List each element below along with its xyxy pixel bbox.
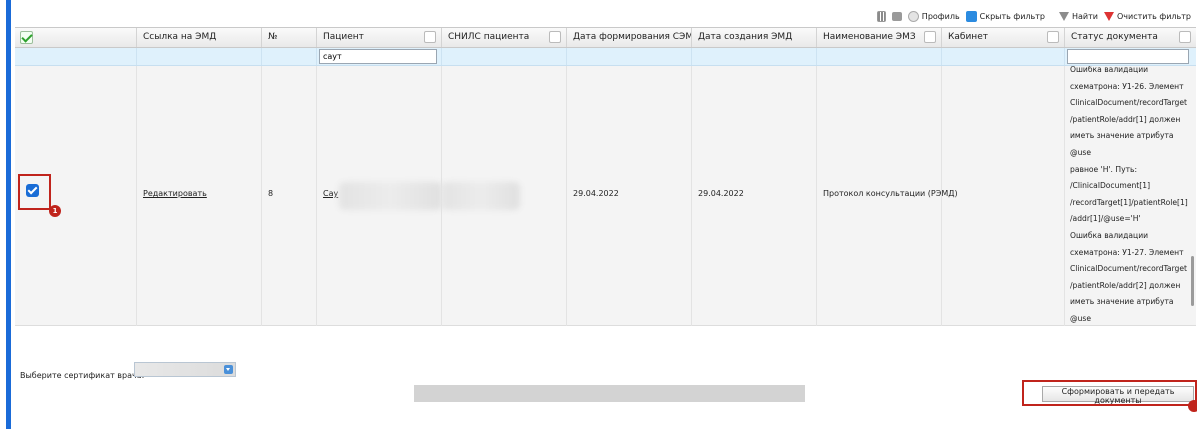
status-line: ClinicalDocument/recordTarget (1070, 98, 1188, 108)
column-filter-checkbox[interactable] (549, 31, 561, 43)
number-cell: 8 (262, 66, 317, 326)
status-filter-input[interactable] (1067, 49, 1189, 64)
column-header-number[interactable]: № (262, 28, 317, 47)
annotation-marker-2 (1188, 400, 1197, 412)
hide-filter-icon (965, 10, 977, 22)
column-header-patient[interactable]: Пациент (317, 28, 442, 47)
patient-filter-input[interactable] (319, 49, 437, 64)
patient-link[interactable]: Сау (323, 189, 338, 198)
status-line: /addr[1]/@use='H' (1070, 214, 1141, 224)
status-line: схематрона: У1-27. Элемент (1070, 247, 1184, 257)
profile-icon (907, 10, 919, 22)
filter-row (15, 48, 1196, 66)
column-header-room[interactable]: Кабинет (942, 28, 1065, 47)
annotation-box-checkbox (18, 174, 51, 210)
status-scrollbar[interactable] (1191, 256, 1194, 306)
column-header-status[interactable]: Статус документа (1065, 28, 1196, 47)
print-icon[interactable] (891, 11, 902, 21)
redacted-snils (442, 182, 520, 210)
table-row[interactable]: Редактировать 8 Сау 29.04.2022 29.04.202… (15, 66, 1196, 326)
status-line: /patientRole/addr[1] должен (1070, 114, 1181, 124)
semd-date-cell: 29.04.2022 (567, 66, 692, 326)
clear-filter-icon (1103, 11, 1114, 21)
column-title: Кабинет (948, 32, 988, 42)
emz-name: Протокол консультации (РЭМД) (823, 189, 958, 198)
column-filter-checkbox[interactable] (924, 31, 936, 43)
column-header-semd-date[interactable]: Дата формирования СЭМД (567, 28, 692, 47)
column-title: Ссылка на ЭМД (143, 32, 217, 42)
dropdown-arrow-icon[interactable] (224, 365, 233, 374)
status-line: Ошибка валидации (1070, 66, 1149, 74)
column-header-snils[interactable]: СНИЛС пациента (442, 28, 567, 47)
column-filter-checkbox[interactable] (424, 31, 436, 43)
status-line: ClinicalDocument/recordTarget (1070, 264, 1188, 274)
clear-filter-button[interactable]: Очистить фильтр (1103, 11, 1191, 21)
emd-date: 29.04.2022 (698, 189, 744, 198)
horizontal-scrollbar[interactable] (414, 385, 805, 402)
status-text: Ошибка валидации схематрона: У1-26. Элеме… (1070, 66, 1196, 326)
funnel-icon (1059, 11, 1069, 21)
column-title: № (268, 32, 278, 42)
clear-filter-label: Очистить фильтр (1116, 11, 1191, 21)
profile-button[interactable]: Профиль (907, 10, 960, 22)
certificate-label: Выберите сертификат врача: (20, 371, 145, 380)
column-header-emd-date[interactable]: Дата создания ЭМД (692, 28, 817, 47)
select-all-header (15, 28, 137, 47)
annotation-box-submit (1022, 380, 1197, 406)
profile-label: Профиль (921, 11, 960, 21)
status-line: /recordTarget[1]/patientRole[1] (1070, 197, 1188, 207)
snils-cell (442, 66, 567, 326)
hide-filter-button[interactable]: Скрыть фильтр (965, 10, 1045, 22)
column-title: СНИЛС пациента (448, 32, 530, 42)
status-line: иметь значение атрибута @use (1070, 131, 1174, 157)
status-line: равное 'H'. Путь: (1070, 164, 1138, 174)
emd-date-cell: 29.04.2022 (692, 66, 817, 326)
column-title: Дата формирования СЭМД (573, 32, 692, 42)
redacted-patient-name (339, 182, 442, 210)
columns-icon[interactable] (876, 10, 886, 22)
select-all-checkbox[interactable] (20, 31, 33, 44)
column-header-emz-name[interactable]: Наименование ЭМЗ (817, 28, 942, 47)
left-accent-stripe (6, 0, 11, 429)
patient-cell: Сау (317, 66, 442, 326)
emz-name-cell: Протокол консультации (РЭМД) (817, 66, 958, 326)
column-title: Наименование ЭМЗ (823, 32, 916, 42)
documents-grid: Ссылка на ЭМД № Пациент СНИЛС пациента Д… (15, 27, 1196, 326)
room-cell (942, 66, 1065, 326)
row-number: 8 (268, 189, 274, 198)
grid-header: Ссылка на ЭМД № Пациент СНИЛС пациента Д… (15, 27, 1196, 48)
emd-link-cell: Редактировать (137, 66, 262, 326)
hide-filter-label: Скрыть фильтр (979, 11, 1045, 21)
status-cell: Ошибка валидации схематрона: У1-26. Элеме… (1065, 66, 1196, 326)
status-line: схематрона: У1-26. Элемент (1070, 81, 1184, 91)
find-label: Найти (1072, 11, 1098, 21)
column-title: Пациент (323, 32, 364, 42)
status-line: /ClinicalDocument[1] (1070, 181, 1151, 191)
column-filter-checkbox[interactable] (1047, 31, 1059, 43)
find-button[interactable]: Найти (1059, 11, 1098, 21)
column-title: Статус документа (1071, 32, 1158, 42)
grid-toolbar: Профиль Скрыть фильтр Найти Очистить фил… (876, 7, 1191, 25)
status-line: иметь значение атрибута @use (1070, 297, 1174, 323)
edit-link[interactable]: Редактировать (143, 189, 207, 198)
left-accent-bar (0, 0, 12, 429)
column-title: Дата создания ЭМД (698, 32, 793, 42)
column-header-emd-link[interactable]: Ссылка на ЭМД (137, 28, 262, 47)
status-line: Ошибка валидации (1070, 230, 1149, 240)
semd-date: 29.04.2022 (573, 189, 619, 198)
certificate-select[interactable] (134, 362, 236, 377)
annotation-marker-1: 1 (49, 205, 61, 217)
status-line: /patientRole/addr[2] должен (1070, 280, 1181, 290)
column-filter-checkbox[interactable] (1179, 31, 1191, 43)
